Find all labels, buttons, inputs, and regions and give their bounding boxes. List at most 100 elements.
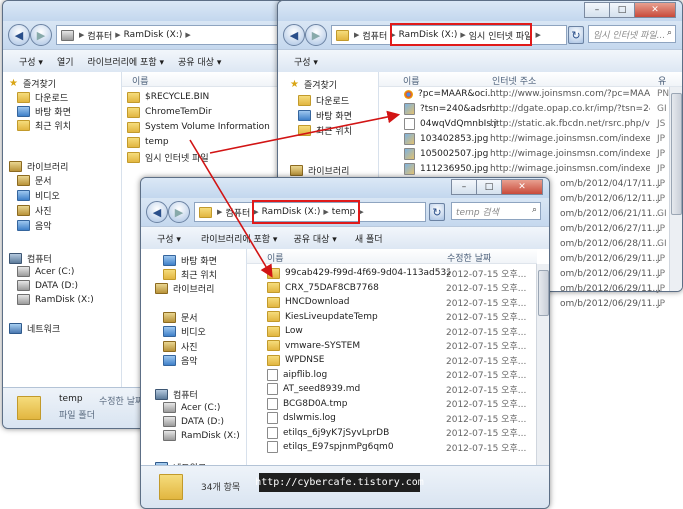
nav-item[interactable]: Acer (C:): [163, 402, 220, 413]
close-button[interactable]: ✕: [634, 2, 676, 18]
close-button[interactable]: ✕: [501, 179, 543, 195]
temp-file-row[interactable]: CRX_75DAF8CB7768: [267, 282, 450, 294]
minimize-button[interactable]: –: [451, 179, 477, 195]
temp-internet-file-row[interactable]: 04wqVdQmnbIs.js: [404, 118, 498, 130]
temp-internet-file-row[interactable]: 105002507.jpg: [404, 148, 498, 160]
nav-libraries[interactable]: 라이브러리: [9, 160, 68, 173]
minimize-button[interactable]: –: [584, 2, 610, 18]
nav-computer[interactable]: 컴퓨터: [9, 252, 52, 265]
front-vertical-scrollbar[interactable]: [536, 264, 549, 466]
nav-recent-places[interactable]: 최근 위치: [298, 124, 352, 137]
organize-button[interactable]: 구성 ▾: [19, 55, 43, 68]
column-date-modified[interactable]: 수정한 날짜: [447, 251, 491, 264]
nav-pictures[interactable]: 사진: [17, 204, 52, 217]
nav-item[interactable]: 라이브러리: [155, 282, 214, 295]
nav-favorites[interactable]: ★ 즐겨찾기: [9, 77, 56, 90]
temp-file-row[interactable]: AT_seed8939.md: [267, 383, 448, 395]
nav-item[interactable]: 음악: [163, 354, 198, 367]
nav-item[interactable]: 바탕 화면: [163, 254, 217, 267]
front-column-header[interactable]: 이름 수정한 날짜: [247, 249, 537, 264]
refresh-button[interactable]: ↻: [568, 26, 584, 44]
temp-file-row[interactable]: WPDNSE: [267, 354, 450, 366]
column-name[interactable]: 이름: [132, 74, 149, 87]
maximize-button[interactable]: □: [476, 179, 502, 195]
temp-internet-file-row[interactable]: ?pc=MAAR&oci...: [404, 88, 496, 100]
nav-item[interactable]: 컴퓨터: [155, 388, 198, 401]
temp-internet-file-row[interactable]: 111236950.jpg: [404, 163, 498, 175]
right-column-header[interactable]: 이름 인터넷 주소 유: [379, 72, 682, 87]
nav-item[interactable]: RamDisk (X:): [163, 430, 240, 441]
forward-button[interactable]: ▶: [305, 24, 327, 46]
temp-file-row[interactable]: etilqs_E97spjnmPg6qm0: [267, 441, 448, 453]
include-in-library-button[interactable]: 라이브러리에 포함 ▾: [201, 232, 277, 245]
right-vertical-scrollbar[interactable]: [669, 87, 682, 291]
address-segment[interactable]: RamDisk (X:): [124, 30, 183, 40]
back-column-header[interactable]: 이름: [122, 72, 285, 87]
nav-item[interactable]: 최근 위치: [163, 268, 217, 281]
file-row[interactable]: ChromeTemDir: [127, 106, 212, 118]
file-row-temp[interactable]: temp: [127, 136, 169, 148]
type-cell: JP: [657, 224, 666, 234]
nav-item[interactable]: 비디오: [163, 325, 206, 338]
share-with-button[interactable]: 공유 대상 ▾: [178, 55, 221, 68]
nav-drive-c[interactable]: Acer (C:): [17, 266, 74, 277]
nav-network[interactable]: 네트워크: [9, 322, 60, 335]
temp-file-row[interactable]: BCG8D0A.tmp: [267, 397, 448, 410]
nav-documents[interactable]: 문서: [17, 174, 52, 187]
share-with-button[interactable]: 공유 대상 ▾: [293, 232, 336, 245]
temp-file-row[interactable]: Low: [267, 325, 450, 337]
temp-internet-file-row[interactable]: ?tsn=240&adsn...: [404, 103, 498, 115]
nav-downloads[interactable]: 다운로드: [17, 91, 68, 104]
nav-item[interactable]: 사진: [163, 340, 198, 353]
temp-file-row[interactable]: 99cab429-f99d-4f69-9d04-113ad532b...: [267, 267, 450, 279]
temp-file-row[interactable]: aipflib.log: [267, 368, 448, 381]
nav-desktop[interactable]: 바탕 화면: [17, 105, 71, 118]
nav-drive-x[interactable]: RamDisk (X:): [17, 294, 94, 305]
nav-recent-places[interactable]: 최근 위치: [17, 119, 71, 132]
address-segment[interactable]: 컴퓨터: [87, 29, 112, 42]
temp-internet-file-row[interactable]: 103402853.jpg: [404, 133, 498, 145]
nav-libraries[interactable]: 라이브러리: [290, 164, 349, 177]
back-address-bar[interactable]: ▶ 컴퓨터 ▶ RamDisk (X:) ▶: [56, 25, 284, 45]
date-cell: 2012-07-15 오후...: [446, 356, 527, 367]
nav-downloads[interactable]: 다운로드: [298, 94, 349, 107]
temp-file-row[interactable]: etilqs_6j9yK7jSyvLprDB: [267, 426, 448, 439]
organize-button[interactable]: 구성 ▾: [294, 55, 318, 68]
open-button[interactable]: 열기: [57, 55, 74, 68]
temp-file-row[interactable]: HNCDownload: [267, 296, 450, 308]
new-folder-button[interactable]: 새 폴더: [355, 232, 383, 245]
file-icon: [267, 397, 278, 410]
nav-music[interactable]: 음악: [17, 219, 52, 232]
forward-button[interactable]: ▶: [168, 201, 190, 223]
right-search-box[interactable]: 임시 인터넷 파일... ⌕: [588, 25, 676, 43]
nav-item[interactable]: 문서: [163, 311, 198, 324]
organize-button[interactable]: 구성 ▾: [157, 232, 181, 245]
nav-item[interactable]: DATA (D:): [163, 416, 224, 427]
include-in-library-button[interactable]: 라이브러리에 포함 ▾: [88, 55, 164, 68]
scrollbar-thumb[interactable]: [671, 93, 682, 215]
address-segment[interactable]: 컴퓨터: [225, 206, 250, 219]
nav-videos[interactable]: 비디오: [17, 189, 60, 202]
file-row-temporary-internet-files[interactable]: 임시 인터넷 파일: [127, 151, 209, 164]
column-type[interactable]: 유: [658, 74, 666, 87]
forward-button[interactable]: ▶: [30, 24, 52, 46]
back-button[interactable]: ◀: [8, 24, 30, 46]
column-internet-address[interactable]: 인터넷 주소: [492, 74, 536, 87]
temp-file-row[interactable]: vmware-SYSTEM: [267, 340, 450, 352]
refresh-button[interactable]: ↻: [429, 203, 445, 221]
temp-file-row[interactable]: dslwmis.log: [267, 412, 448, 424]
column-name[interactable]: 이름: [267, 251, 284, 264]
nav-desktop[interactable]: 바탕 화면: [298, 109, 352, 122]
front-search-box[interactable]: temp 검색 ⌕: [451, 202, 541, 220]
scrollbar-thumb[interactable]: [538, 270, 549, 316]
nav-drive-d[interactable]: DATA (D:): [17, 280, 78, 291]
file-row[interactable]: $RECYCLE.BIN: [127, 91, 209, 103]
nav-favorites[interactable]: ★ 즐겨찾기: [290, 78, 337, 91]
maximize-button[interactable]: □: [609, 2, 635, 18]
file-row[interactable]: System Volume Information: [127, 121, 270, 133]
address-segment[interactable]: 컴퓨터: [362, 29, 387, 42]
column-name[interactable]: 이름: [403, 74, 420, 87]
back-button[interactable]: ◀: [283, 24, 305, 46]
temp-file-row[interactable]: KiesLiveupdateTemp: [267, 311, 450, 323]
back-button[interactable]: ◀: [146, 201, 168, 223]
